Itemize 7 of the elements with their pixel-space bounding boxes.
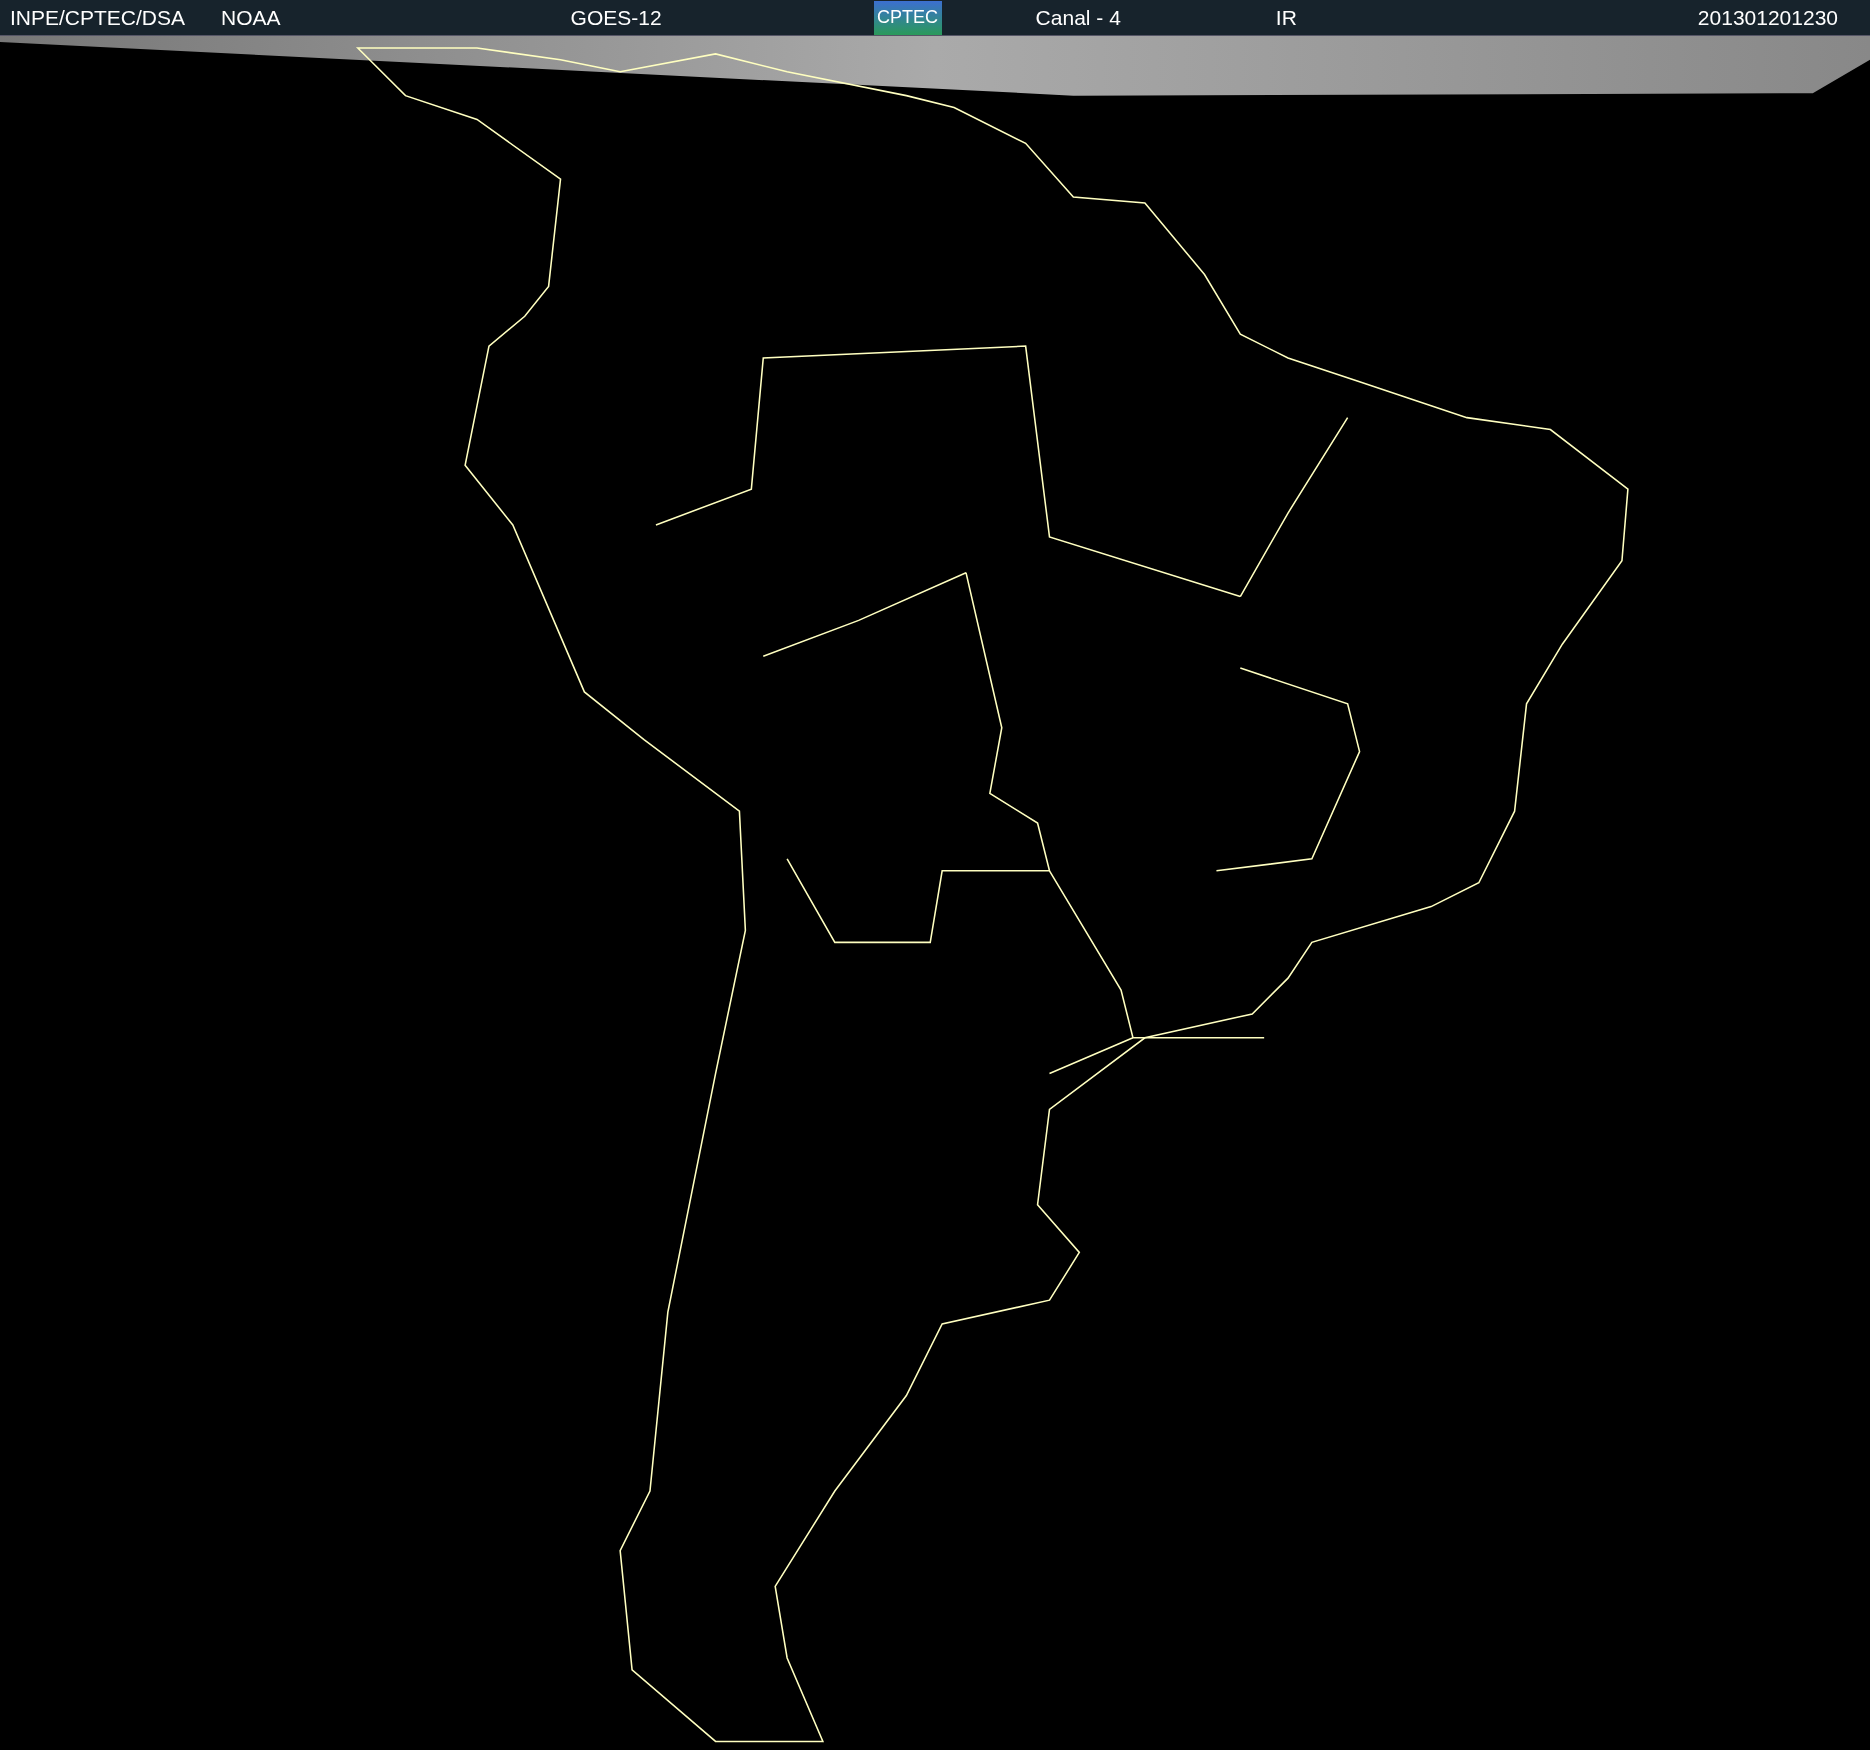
source-label: NOAA <box>221 5 281 30</box>
timestamp-label: 201301201230 <box>1697 5 1838 30</box>
logo: CPTEC <box>873 0 942 35</box>
agency-label: INPE/CPTEC/DSA <box>10 5 186 30</box>
channel-label: Canal - 4 <box>1035 5 1121 30</box>
band-label: IR <box>1275 5 1297 30</box>
satellite-label: GOES-12 <box>570 5 662 30</box>
